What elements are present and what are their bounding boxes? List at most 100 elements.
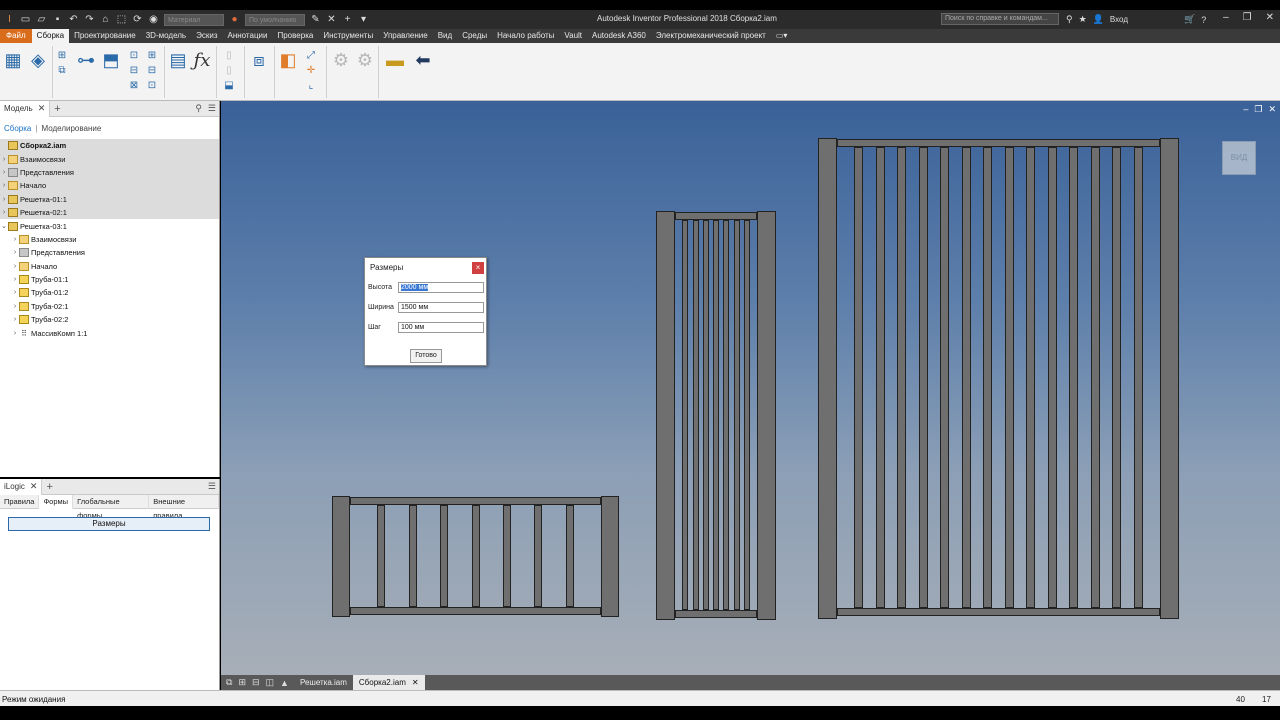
close-icon[interactable]: ✕ bbox=[30, 481, 38, 492]
help-search-input[interactable]: Поиск по справке и командам... bbox=[941, 13, 1059, 25]
new-file-icon[interactable]: ▭ bbox=[20, 14, 31, 25]
binoculars-icon[interactable]: ⚲ bbox=[1066, 14, 1073, 25]
constrain-icon[interactable]: ⊶ bbox=[75, 49, 97, 71]
favorites-icon[interactable]: ★ bbox=[1079, 14, 1087, 25]
breadcrumb-mode[interactable]: Моделирование bbox=[41, 124, 101, 133]
appearance-dropdown[interactable]: По умолчанию bbox=[245, 13, 305, 26]
adjust-icon[interactable]: ✎ bbox=[310, 14, 321, 25]
work-plane-icon[interactable]: ▯ bbox=[223, 49, 235, 61]
tree-item[interactable]: › Труба-02:2 bbox=[0, 313, 219, 326]
tree-item[interactable]: › Представления bbox=[0, 165, 219, 180]
parameters-icon[interactable]: ƒx bbox=[191, 49, 213, 71]
expand-arrow-icon[interactable]: ⌄ bbox=[0, 222, 8, 230]
material-dropdown[interactable]: Материал bbox=[164, 13, 224, 26]
graphics-viewport[interactable]: – ❐ ✕ ВИД bbox=[221, 101, 1280, 675]
height-field[interactable]: 2000 мм bbox=[398, 282, 484, 293]
design-accelerator-icon[interactable]: ⚙ bbox=[330, 49, 352, 71]
undo-icon[interactable]: ↶ bbox=[68, 14, 79, 25]
tree-item[interactable]: › Начало bbox=[0, 179, 219, 193]
tile-vertical-icon[interactable]: ◫ bbox=[266, 677, 275, 688]
arrange-up-icon[interactable]: ▲ bbox=[280, 678, 289, 688]
ribbon-options-icon[interactable]: ▭▾ bbox=[771, 29, 793, 43]
properties-icon[interactable]: ◉ bbox=[148, 14, 159, 25]
measure-ruler-icon[interactable]: ▬ bbox=[384, 49, 406, 71]
doc-tab-assembly2[interactable]: Сборка2.iam ✕ bbox=[352, 675, 425, 690]
tree-item[interactable]: › Труба-01:2 bbox=[0, 286, 219, 299]
tree-item[interactable]: › Взаимосвязи bbox=[0, 152, 219, 166]
expand-arrow-icon[interactable]: › bbox=[11, 289, 19, 296]
tab-model[interactable]: Модель ✕ bbox=[0, 100, 51, 117]
tab-file[interactable]: Файл bbox=[0, 29, 32, 43]
tree-item[interactable]: Сборка2.iam bbox=[0, 139, 219, 153]
tile-horizontal-icon[interactable]: ⊟ bbox=[252, 677, 260, 688]
tree-item[interactable]: › Начало bbox=[0, 260, 219, 273]
restore-icon[interactable]: ❐ bbox=[1254, 104, 1262, 115]
close-icon[interactable]: ✕ bbox=[1268, 104, 1276, 115]
tab-ilogic[interactable]: iLogic ✕ bbox=[0, 478, 43, 495]
return-icon[interactable]: ⬅ bbox=[412, 49, 434, 71]
viewcube[interactable]: ВИД bbox=[1222, 141, 1256, 175]
free-move-icon[interactable]: ◧ bbox=[277, 49, 299, 71]
tree-item[interactable]: › Труба-02:1 bbox=[0, 300, 219, 313]
hide-all-icon[interactable]: ⊠ bbox=[128, 79, 140, 91]
ucs-icon[interactable]: ⬓ bbox=[223, 79, 235, 91]
tree-item[interactable]: › Решетка-01:1 bbox=[0, 192, 219, 206]
close-icon[interactable]: ✕ bbox=[1266, 12, 1274, 23]
move-icon[interactable]: ⤢ bbox=[305, 49, 317, 61]
tab-assembly[interactable]: Сборка bbox=[31, 29, 70, 43]
appearance-icon[interactable]: ● bbox=[229, 14, 240, 25]
expand-arrow-icon[interactable]: › bbox=[11, 276, 19, 283]
expand-arrow-icon[interactable]: › bbox=[0, 169, 8, 176]
form-dimensions-button[interactable]: Размеры bbox=[8, 517, 210, 531]
minimize-icon[interactable]: – bbox=[1223, 12, 1229, 23]
close-icon[interactable]: ✕ bbox=[38, 103, 46, 114]
subtab-forms[interactable]: Формы bbox=[39, 494, 74, 509]
expand-arrow-icon[interactable]: › bbox=[0, 196, 8, 203]
expand-arrow-icon[interactable]: › bbox=[0, 182, 8, 189]
expand-arrow-icon[interactable]: › bbox=[11, 263, 19, 270]
grounded-icon[interactable]: ⌞ bbox=[305, 79, 317, 91]
tree-item[interactable]: › ⠿ МассивКомп 1:1 bbox=[0, 326, 219, 339]
tree-item[interactable]: › Труба-01:1 bbox=[0, 273, 219, 286]
work-axis-icon[interactable]: ▯ bbox=[223, 64, 235, 76]
cascade-icon[interactable]: ⧉ bbox=[226, 677, 232, 688]
save-icon[interactable]: ▪ bbox=[52, 14, 63, 25]
tab-environments[interactable]: Среды bbox=[457, 29, 492, 43]
tree-item[interactable]: › Взаимосвязи bbox=[0, 233, 219, 246]
shaft-icon[interactable]: ⚙ bbox=[354, 49, 376, 71]
menu-icon[interactable]: ☰ bbox=[208, 481, 216, 492]
measure-icon[interactable]: + bbox=[342, 14, 353, 25]
mirror-icon[interactable]: ⧉ bbox=[56, 64, 68, 76]
tab-a360[interactable]: Autodesk A360 bbox=[587, 29, 651, 43]
tab-tools[interactable]: Инструменты bbox=[318, 29, 378, 43]
expand-arrow-icon[interactable]: › bbox=[11, 330, 19, 337]
create-component-icon[interactable]: ◈ bbox=[27, 49, 49, 71]
clear-icon[interactable]: ✕ bbox=[326, 14, 337, 25]
minimize-icon[interactable]: – bbox=[1243, 104, 1248, 115]
expand-arrow-icon[interactable]: › bbox=[11, 236, 19, 243]
replace-icon[interactable]: ⊟ bbox=[146, 64, 158, 76]
expand-arrow-icon[interactable]: › bbox=[11, 303, 19, 310]
restore-icon[interactable]: ❐ bbox=[1243, 12, 1252, 23]
open-file-icon[interactable]: ▱ bbox=[36, 14, 47, 25]
menu-icon[interactable]: ☰ bbox=[208, 103, 216, 114]
user-icon[interactable]: 👤 bbox=[1093, 14, 1104, 25]
expand-arrow-icon[interactable]: › bbox=[0, 156, 8, 163]
doc-tab-grille[interactable]: Решетка.iam bbox=[294, 675, 353, 690]
tab-3d-model[interactable]: 3D-модель bbox=[141, 29, 191, 43]
tab-electromechanical[interactable]: Электромеханический проект bbox=[651, 29, 771, 43]
subtab-global-forms[interactable]: Глобальные формы bbox=[73, 494, 150, 520]
help-icon[interactable]: ? bbox=[1201, 15, 1206, 25]
dialog-close-button[interactable]: × bbox=[472, 262, 484, 274]
width-field[interactable]: 1500 мм bbox=[398, 302, 484, 313]
tab-annotate[interactable]: Аннотации bbox=[222, 29, 272, 43]
update-icon[interactable]: ⟳ bbox=[132, 14, 143, 25]
bill-of-materials-icon[interactable]: ▤ bbox=[167, 49, 189, 71]
add-tab-icon[interactable]: + bbox=[42, 481, 56, 493]
tab-view[interactable]: Вид bbox=[433, 29, 457, 43]
home-icon[interactable]: ⌂ bbox=[100, 14, 111, 25]
signin-link[interactable]: Вход bbox=[1110, 15, 1128, 24]
search-icon[interactable]: ⚲ bbox=[195, 103, 202, 114]
done-button[interactable]: Готово bbox=[410, 349, 442, 363]
tree-item[interactable]: ⌄ Решетка-03:1 bbox=[0, 219, 219, 232]
